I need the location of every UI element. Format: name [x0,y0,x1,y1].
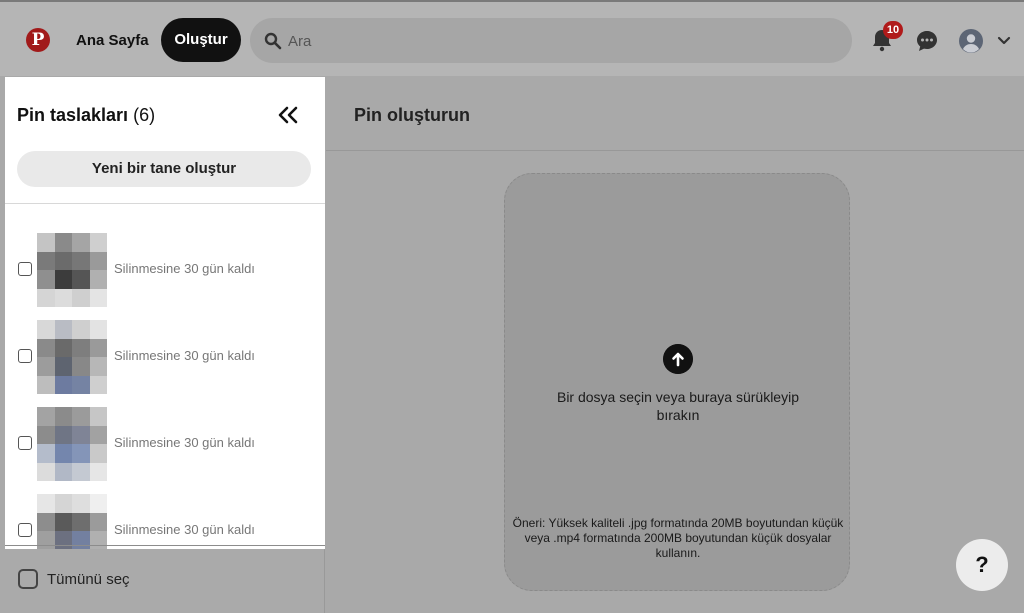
create-pin-panel: Pin oluşturun Bir dosya seçin veya buray… [326,77,1024,613]
draft-checkbox[interactable] [18,262,32,276]
top-navigation-bar: P Ana Sayfa Oluştur 10 [0,0,1024,76]
draft-thumbnail [37,494,107,549]
list-item[interactable]: Silinmesine 30 gün kaldı [5,401,325,481]
double-chevron-left-icon[interactable] [277,105,299,125]
new-draft-button[interactable]: Yeni bir tane oluştur [17,151,311,187]
upload-dropzone[interactable]: Bir dosya seçin veya buraya sürükleyip b… [504,173,850,591]
list-item[interactable]: Silinmesine 30 gün kaldı [5,314,325,394]
upload-tip: Öneri: Yüksek kaliteli .jpg formatında 2… [512,516,844,560]
draft-checkbox[interactable] [18,436,32,450]
upload-instructions: Bir dosya seçin veya buraya sürükleyip b… [556,389,799,423]
drafts-count: (6) [133,105,156,125]
help-button[interactable]: ? [956,539,1008,591]
draft-thumbnail [37,233,107,307]
draft-checkbox[interactable] [18,349,32,363]
nav-home-link[interactable]: Ana Sayfa [64,22,161,60]
draft-status: Silinmesine 30 gün kaldı [114,435,255,450]
draft-checkbox[interactable] [18,523,32,537]
pinterest-logo-icon[interactable]: P [26,28,50,52]
draft-status: Silinmesine 30 gün kaldı [114,348,255,363]
divider [5,545,325,546]
search-input[interactable] [286,18,830,65]
select-all-checkbox[interactable] [18,569,38,589]
search-bar[interactable] [250,18,852,65]
drafts-title: Pin taslakları (6) [17,105,155,126]
list-item[interactable]: Silinmesine 30 gün kaldı [5,227,325,307]
drafts-sidebar: Pin taslakları (6) Yeni bir tane oluştur… [5,77,325,549]
upload-arrow-icon[interactable] [663,344,693,374]
nav-create-button[interactable]: Oluştur [161,18,241,62]
draft-status: Silinmesine 30 gün kaldı [114,522,255,537]
notification-badge: 10 [883,21,903,39]
divider [326,150,1024,151]
search-icon [264,32,282,50]
draft-thumbnail [37,407,107,481]
avatar-icon[interactable] [959,29,983,53]
divider [5,203,325,204]
chat-icon[interactable] [916,30,938,52]
page-title: Pin oluşturun [354,105,470,125]
draft-thumbnail [37,320,107,394]
chevron-down-icon[interactable] [997,35,1011,47]
select-all-bar: Tümünü seç [0,549,325,613]
list-item[interactable]: Silinmesine 30 gün kaldı [5,488,325,549]
draft-status: Silinmesine 30 gün kaldı [114,261,255,276]
drafts-title-label: Pin taslakları [17,105,129,125]
select-all-label[interactable]: Tümünü seç [47,571,130,588]
